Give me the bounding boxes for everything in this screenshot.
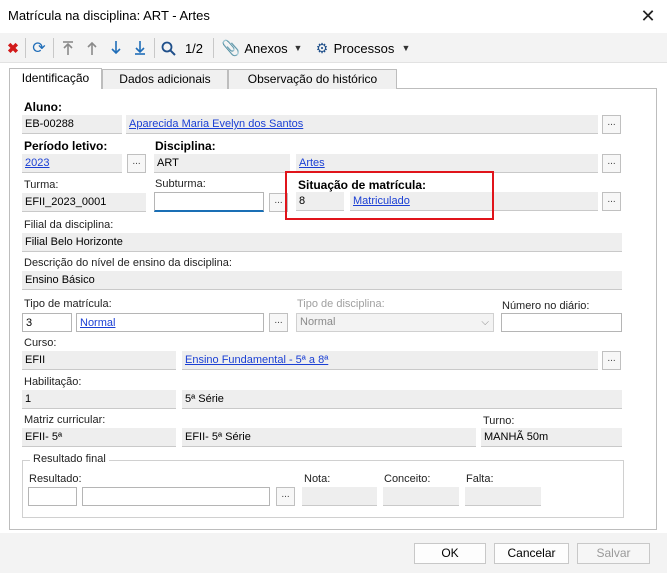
aluno-name-link[interactable]: Aparecida Maria Evelyn dos Santos — [129, 118, 303, 130]
turma-label: Turma: — [24, 179, 59, 191]
turno-field[interactable]: MANHÃ 50m — [481, 428, 622, 447]
tipo-disciplina-select[interactable]: Normal ⌵ — [296, 313, 494, 332]
conceito-field[interactable] — [383, 487, 459, 506]
tipo-matricula-code-input[interactable]: 3 — [22, 313, 72, 332]
tipo-matricula-lookup-button[interactable]: ... — [269, 313, 288, 332]
toolbar-separator — [154, 38, 155, 58]
tab-identificacao[interactable]: Identificação — [9, 68, 102, 89]
disciplina-lookup-button[interactable]: ... — [602, 154, 621, 173]
tipo-matricula-label: Tipo de matrícula: — [24, 298, 112, 310]
tipo-disciplina-value: Normal — [300, 316, 336, 328]
tipo-matricula-name-link[interactable]: Normal — [80, 317, 115, 329]
chevron-down-icon[interactable]: ▼ — [400, 37, 412, 59]
aluno-name-field[interactable]: Aparecida Maria Evelyn dos Santos — [126, 115, 598, 134]
chevron-down-icon[interactable]: ▼ — [292, 37, 304, 59]
matriz-label: Matriz curricular: — [24, 414, 106, 426]
turno-label: Turno: — [483, 415, 515, 427]
gear-icon: ⚙ — [315, 39, 329, 56]
situacao-lookup-button[interactable]: ... — [602, 192, 621, 211]
turma-field[interactable]: EFII_2023_0001 — [22, 193, 146, 212]
resultado-lookup-button[interactable]: ... — [276, 487, 295, 506]
periodo-link[interactable]: 2023 — [25, 157, 49, 169]
window-title: Matrícula na disciplina: ART - Artes — [8, 8, 210, 23]
first-record-icon[interactable] — [58, 37, 78, 59]
disciplina-code-field[interactable]: ART — [154, 154, 290, 173]
aluno-code-field[interactable]: EB-00288 — [22, 115, 122, 134]
curso-label: Curso: — [24, 337, 57, 349]
toolbar-separator — [213, 38, 214, 58]
nivel-field[interactable]: Ensino Básico — [22, 271, 622, 290]
curso-code-field[interactable]: EFII — [22, 351, 176, 370]
nota-label: Nota: — [304, 473, 331, 485]
toolbar-separator — [53, 38, 54, 58]
curso-name-link[interactable]: Ensino Fundamental - 5ª a 8ª — [185, 354, 328, 366]
ok-button[interactable]: OK — [414, 543, 486, 564]
aluno-label: Aluno: — [24, 100, 62, 114]
close-window-button[interactable]: ✕ — [634, 4, 662, 28]
periodo-lookup-button[interactable]: ... — [127, 154, 146, 173]
resultado-label: Resultado: — [29, 473, 82, 485]
conceito-label: Conceito: — [384, 473, 431, 485]
previous-record-icon[interactable] — [82, 37, 102, 59]
cancel-button[interactable]: Cancelar — [494, 543, 569, 564]
processos-menu[interactable]: Processos — [333, 37, 395, 59]
refresh-icon[interactable]: ⟳ — [29, 37, 49, 59]
periodo-field[interactable]: 2023 — [22, 154, 122, 173]
numero-diario-label: Número no diário: — [502, 300, 590, 312]
anexos-menu[interactable]: Anexos — [243, 37, 289, 59]
search-icon[interactable] — [159, 37, 177, 59]
matriz-code-field[interactable]: EFII- 5ª — [22, 428, 176, 447]
tab-observacao-historico[interactable]: Observação do histórico — [228, 69, 397, 89]
tab-dados-adicionais[interactable]: Dados adicionais — [102, 69, 228, 89]
record-counter: 1/2 — [184, 40, 204, 56]
subturma-label: Subturma: — [155, 178, 206, 190]
nota-field[interactable] — [302, 487, 377, 506]
numero-diario-input[interactable] — [501, 313, 622, 332]
resultado-code-input[interactable] — [28, 487, 77, 506]
disciplina-label: Disciplina: — [155, 139, 216, 153]
paperclip-icon: 📎 — [221, 40, 241, 57]
tipo-disciplina-label: Tipo de disciplina: — [297, 298, 385, 310]
toolbar-separator — [25, 38, 26, 58]
highlight-box — [285, 171, 494, 220]
curso-lookup-button[interactable]: ... — [602, 351, 621, 370]
last-record-icon[interactable] — [130, 37, 150, 59]
resultado-final-title: Resultado final — [30, 453, 109, 465]
save-button[interactable]: Salvar — [577, 543, 650, 564]
delete-icon[interactable]: ✖ — [4, 37, 22, 59]
chevron-down-icon: ⌵ — [481, 317, 489, 328]
habilitacao-code-field[interactable]: 1 — [22, 390, 176, 409]
matriz-name-field[interactable]: EFII- 5ª Série — [182, 428, 476, 447]
filial-label: Filial da disciplina: — [24, 219, 114, 231]
habilitacao-name-field[interactable]: 5ª Série — [182, 390, 622, 409]
nivel-label: Descrição do nível de ensino da discipli… — [24, 257, 232, 269]
aluno-lookup-button[interactable]: ... — [602, 115, 621, 134]
periodo-label: Período letivo: — [24, 139, 108, 153]
tipo-matricula-name-field[interactable]: Normal — [76, 313, 264, 332]
curso-name-field[interactable]: Ensino Fundamental - 5ª a 8ª — [182, 351, 598, 370]
falta-field[interactable] — [465, 487, 541, 506]
disciplina-name-link[interactable]: Artes — [299, 157, 325, 169]
resultado-name-field[interactable] — [82, 487, 270, 506]
subturma-input[interactable] — [154, 192, 264, 212]
filial-field[interactable]: Filial Belo Horizonte — [22, 233, 622, 252]
habilitacao-label: Habilitação: — [24, 376, 82, 388]
next-record-icon[interactable] — [106, 37, 126, 59]
falta-label: Falta: — [466, 473, 494, 485]
